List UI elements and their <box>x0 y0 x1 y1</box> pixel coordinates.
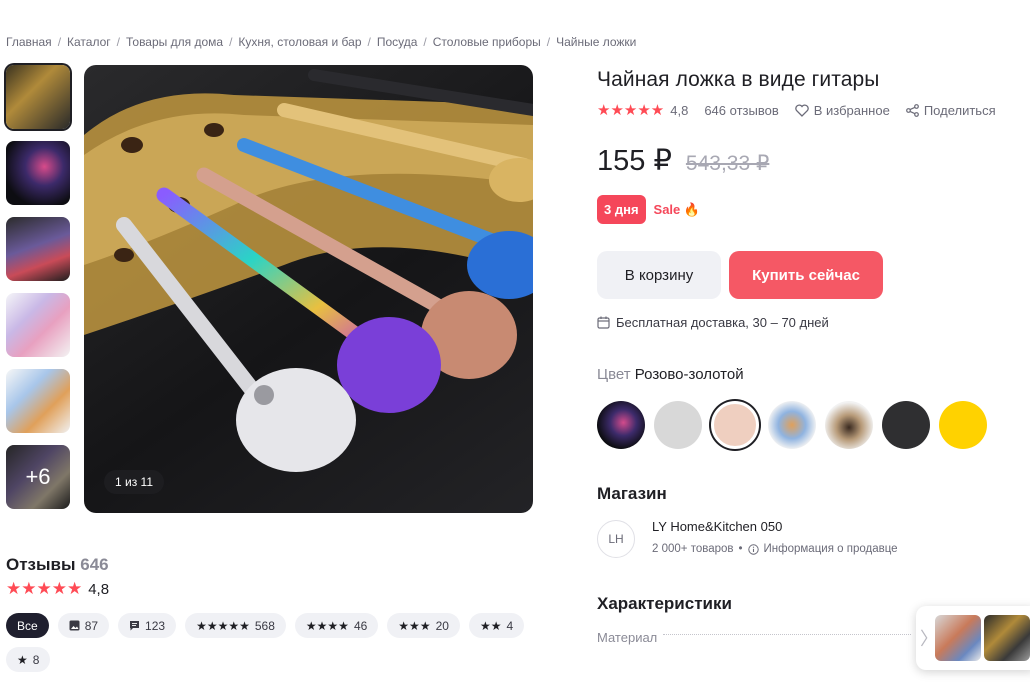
price-row: 155 ₽ 543,33 ₽ <box>597 143 769 178</box>
color-label-key: Цвет <box>597 366 631 383</box>
breadcrumb-item-kitchen[interactable]: Кухня, столовая и бар <box>238 35 361 49</box>
reviews-rating-value: 4,8 <box>88 580 110 598</box>
filter-1-star[interactable]: ★ 8 <box>6 647 51 672</box>
color-swatch-gold[interactable] <box>939 401 987 449</box>
color-swatch-rose-gold[interactable] <box>711 401 759 449</box>
reviews-count: 646 <box>80 555 109 574</box>
reviews-rating: ★★★★★ 4,8 <box>6 579 109 599</box>
color-selected-value: Розово-золотой <box>634 366 744 383</box>
breadcrumb-item-cutlery[interactable]: Столовые приборы <box>433 35 541 49</box>
filter-5-stars[interactable]: ★★★★★ 568 <box>185 613 286 638</box>
characteristic-label: Материал <box>597 630 658 645</box>
color-swatch-black[interactable] <box>882 401 930 449</box>
reviews-link[interactable]: 646 отзывов <box>704 103 778 118</box>
review-filters: Все 87 123 ★★★★★ 568 ★★★★ 46 ★★★ 20 ★★ 4… <box>6 613 526 672</box>
more-images-label: +6 <box>6 445 70 509</box>
filter-label: 87 <box>84 618 99 633</box>
color-swatch-multicolor-dark[interactable] <box>597 401 645 449</box>
color-swatch-mix-blue[interactable] <box>768 401 816 449</box>
filter-label: 20 <box>435 618 449 633</box>
breadcrumb-item-home[interactable]: Главная <box>6 35 52 49</box>
filter-label: 4 <box>506 618 514 633</box>
breadcrumb-item-teaspoons[interactable]: Чайные ложки <box>556 35 636 49</box>
filter-label: Все <box>17 618 38 633</box>
share-label: Поделиться <box>923 102 996 118</box>
breadcrumb: Главная / Каталог / Товары для дома / Кухня… <box>6 35 637 49</box>
promo-badges: 3 дня Sale 🔥 <box>597 195 700 224</box>
color-swatch-mix-coffee[interactable] <box>825 401 873 449</box>
filter-2-stars[interactable]: ★★ 4 <box>468 613 525 638</box>
characteristic-row: Материал <box>597 630 917 645</box>
seller-info-link[interactable]: Информация о продавце <box>764 543 898 555</box>
rating-value: 4,8 <box>670 102 689 118</box>
product-title: Чайная ложка в виде гитары <box>597 68 880 91</box>
star-icons: ★★★ <box>398 618 431 633</box>
thumbnail-list: +6 <box>6 65 70 521</box>
old-price: 543,33 ₽ <box>685 152 770 175</box>
calendar-icon <box>597 316 610 329</box>
recommendation-image-2[interactable] <box>984 615 1030 661</box>
star-icons: ★★★★ <box>305 618 349 633</box>
thumbnail-more[interactable]: +6 <box>6 445 70 509</box>
delivery-text: Бесплатная доставка, 30 – 70 дней <box>616 315 829 330</box>
favorite-label: В избранное <box>813 102 890 118</box>
filter-3-stars[interactable]: ★★★ 20 <box>387 613 460 638</box>
filter-with-comment[interactable]: 123 <box>118 613 177 638</box>
dotted-leader <box>663 634 911 635</box>
filter-label: 46 <box>353 618 368 633</box>
info-icon <box>747 543 759 555</box>
add-to-cart-button[interactable]: В корзину <box>597 251 721 299</box>
filter-label: 123 <box>145 618 166 633</box>
thumbnail-2[interactable] <box>6 141 70 205</box>
star-icons: ★ <box>17 652 28 667</box>
product-page: Главная / Каталог / Товары для дома / Кухня… <box>0 0 1030 683</box>
filter-label: 568 <box>254 618 275 633</box>
chevron-right-icon[interactable]: 〉 <box>920 625 938 651</box>
delivery-info: Бесплатная доставка, 30 – 70 дней <box>597 315 829 330</box>
shop-heading: Магазин <box>597 484 667 503</box>
color-swatches <box>597 401 987 449</box>
main-product-image[interactable]: 1 из 11 <box>84 65 533 513</box>
comment-icon <box>130 621 140 631</box>
rating-stars: ★★★★★ <box>597 102 665 119</box>
reviews-heading: Отзывы 646 <box>6 555 109 575</box>
filter-label: 8 <box>32 652 40 667</box>
star-icons: ★★ <box>479 618 502 633</box>
recommendation-card[interactable]: 〉 <box>916 606 1030 670</box>
shop-meta: 2 000+ товаров • Информация о продавце <box>652 543 898 555</box>
favorite-button[interactable]: В избранное <box>794 102 890 118</box>
thumbnail-1[interactable] <box>6 65 70 129</box>
sale-badge: Sale 🔥 <box>653 201 701 217</box>
photo-icon <box>69 620 80 631</box>
share-button[interactable]: Поделиться <box>905 102 996 118</box>
current-price: 155 ₽ <box>597 145 672 177</box>
color-label: Цвет Розово-золотой <box>597 366 744 383</box>
star-icons: ★★★★★ <box>196 618 250 633</box>
shop-meta-separator: • <box>738 543 743 555</box>
breadcrumb-item-dishes[interactable]: Посуда <box>377 35 418 49</box>
buy-now-button[interactable]: Купить сейчас <box>729 251 883 299</box>
thumbnail-5[interactable] <box>6 369 70 433</box>
thumbnail-3[interactable] <box>6 217 70 281</box>
image-counter: 1 из 11 <box>104 470 165 494</box>
shop-name-link[interactable]: LY Home&Kitchen 050 <box>652 519 782 534</box>
guitar-spoons-illustration <box>84 69 533 472</box>
rating-row: ★★★★★ 4,8 646 отзывов В избранное Подели… <box>597 101 996 119</box>
share-icon <box>905 103 919 117</box>
reviews-heading-label: Отзывы <box>6 555 76 574</box>
shop-items-count: 2 000+ товаров <box>652 543 734 555</box>
breadcrumb-item-catalog[interactable]: Каталог <box>67 35 111 49</box>
characteristics-heading: Характеристики <box>597 594 732 613</box>
color-swatch-silver[interactable] <box>654 401 702 449</box>
filter-with-photo[interactable]: 87 <box>57 613 110 638</box>
filter-4-stars[interactable]: ★★★★ 46 <box>294 613 379 638</box>
days-left-badge: 3 дня <box>597 195 646 224</box>
recommendation-image-1[interactable] <box>935 615 981 661</box>
reviews-stars: ★★★★★ <box>6 579 83 598</box>
shop-logo[interactable]: LH <box>597 520 635 558</box>
thumbnail-4[interactable] <box>6 293 70 357</box>
heart-icon <box>794 103 809 117</box>
filter-all[interactable]: Все <box>6 613 49 638</box>
breadcrumb-item-home-goods[interactable]: Товары для дома <box>126 35 223 49</box>
